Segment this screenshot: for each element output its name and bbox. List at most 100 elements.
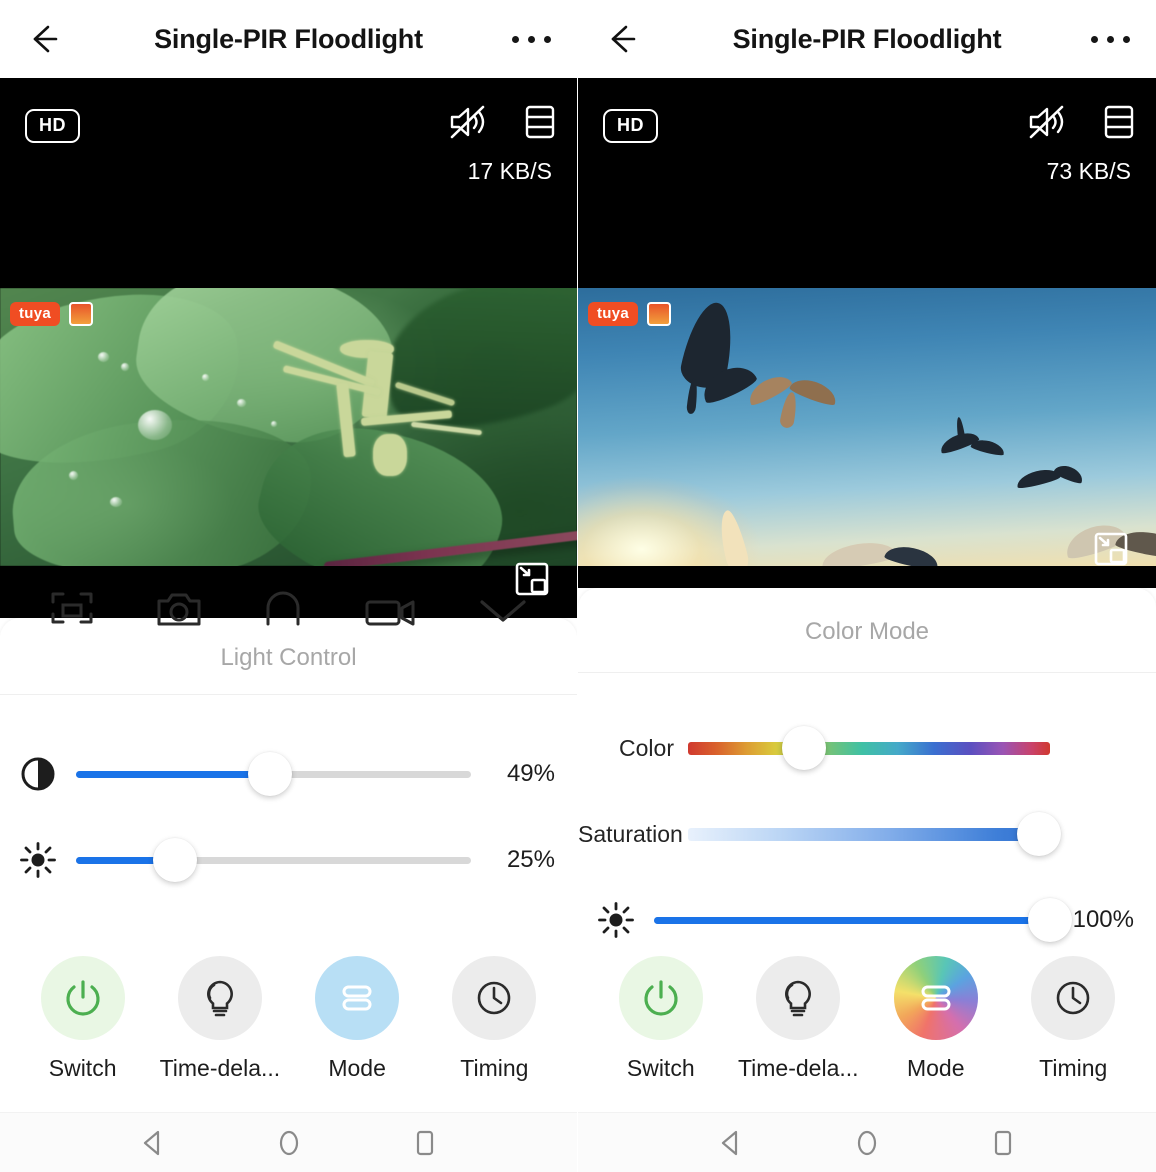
switch-label: Switch bbox=[48, 1055, 117, 1081]
brightness-icon bbox=[0, 842, 76, 878]
more-options-icon[interactable] bbox=[512, 35, 551, 43]
nav-back-icon[interactable] bbox=[138, 1128, 168, 1158]
mode-button[interactable]: Mode bbox=[880, 956, 992, 1082]
color-slider-row: Color bbox=[578, 717, 1156, 779]
hd-quality-badge[interactable]: HD bbox=[25, 109, 80, 143]
mode-label: Mode bbox=[906, 1055, 965, 1081]
time-delay-label: Time-dela... bbox=[159, 1055, 281, 1081]
clock-icon bbox=[452, 956, 537, 1040]
video-overlay-toolbar: HD 17 KB/S bbox=[0, 78, 577, 198]
saturation-slider[interactable] bbox=[688, 812, 1062, 856]
switch-button[interactable]: Switch bbox=[27, 956, 139, 1082]
clock-icon bbox=[1031, 956, 1116, 1040]
slider-track-sat bbox=[688, 812, 1062, 856]
action-buttons: Switch Time-dela... Mode Timing bbox=[0, 956, 577, 1082]
tuya-watermark: tuya bbox=[10, 302, 94, 326]
time-delay-button[interactable]: Time-dela... bbox=[160, 956, 280, 1082]
speaker-muted-icon[interactable] bbox=[1028, 104, 1068, 140]
slider-knob[interactable] bbox=[1028, 898, 1072, 942]
slider-track bbox=[76, 838, 471, 882]
page-title: Single-PIR Floodlight bbox=[154, 23, 423, 54]
back-arrow-icon[interactable] bbox=[604, 22, 638, 56]
phone-screen-right: Single-PIR Floodlight tuya HD 73 KB/S Co… bbox=[578, 0, 1156, 1172]
time-delay-button[interactable]: Time-dela... bbox=[738, 956, 859, 1082]
app-bar: Single-PIR Floodlight bbox=[0, 0, 577, 78]
split-screen-icon[interactable] bbox=[1104, 105, 1134, 139]
color-mode-sheet: Color Mode Color Saturation 100% Switch … bbox=[578, 588, 1156, 1172]
slider-knob[interactable] bbox=[152, 838, 197, 882]
contrast-slider[interactable] bbox=[76, 752, 471, 796]
back-arrow-icon[interactable] bbox=[26, 22, 60, 56]
video-overlay-toolbar: HD 73 KB/S bbox=[578, 78, 1156, 198]
nav-recents-icon[interactable] bbox=[410, 1128, 440, 1158]
bitrate-label: 17 KB/S bbox=[467, 158, 552, 184]
video-frame: tuya bbox=[0, 288, 577, 566]
nav-recents-icon[interactable] bbox=[988, 1128, 1018, 1158]
brightness-slider[interactable] bbox=[654, 898, 1072, 942]
slider-list: 49% 25% bbox=[0, 695, 577, 889]
nav-home-icon[interactable] bbox=[274, 1128, 304, 1158]
sheet-title: Color Mode bbox=[578, 588, 1156, 673]
brightness-value: 25% bbox=[506, 846, 555, 873]
app-bar: Single-PIR Floodlight bbox=[578, 0, 1156, 78]
nav-home-icon[interactable] bbox=[852, 1128, 882, 1158]
hd-quality-badge[interactable]: HD bbox=[603, 109, 658, 143]
saturation-label: Saturation bbox=[578, 820, 683, 847]
brightness-slider-row: 100% bbox=[578, 889, 1156, 951]
slider-track bbox=[76, 752, 471, 796]
slider-knob[interactable] bbox=[781, 726, 826, 770]
nav-back-icon[interactable] bbox=[716, 1128, 746, 1158]
contrast-icon bbox=[0, 755, 76, 793]
record-icon[interactable] bbox=[364, 588, 416, 628]
video-quick-actions bbox=[0, 588, 577, 634]
power-icon bbox=[40, 956, 125, 1040]
split-screen-icon[interactable] bbox=[525, 105, 555, 139]
slider-track-hue bbox=[688, 726, 1050, 770]
mode-bars-icon bbox=[893, 956, 978, 1040]
bitrate-label: 73 KB/S bbox=[1046, 158, 1131, 184]
video-player-right[interactable]: tuya HD 73 KB/S bbox=[578, 78, 1156, 588]
timing-label: Timing bbox=[460, 1055, 529, 1081]
dual-phone-screenshot: Single-PIR Floodlight tuya HD 17 KB/S Li… bbox=[0, 0, 1156, 1172]
video-frame: tuya bbox=[578, 288, 1156, 566]
video-scene-sky bbox=[578, 288, 1156, 566]
screenshot-icon[interactable] bbox=[156, 588, 202, 628]
timing-button[interactable]: Timing bbox=[438, 956, 550, 1082]
switch-label: Switch bbox=[626, 1055, 695, 1081]
mode-bars-icon bbox=[315, 956, 400, 1040]
video-scene-leaves bbox=[0, 288, 577, 566]
bulb-icon bbox=[756, 956, 841, 1040]
time-delay-label: Time-dela... bbox=[737, 1055, 859, 1081]
saturation-slider-row: Saturation bbox=[578, 803, 1156, 865]
bulb-icon bbox=[177, 956, 262, 1040]
tuya-watermark: tuya bbox=[588, 302, 672, 326]
color-label: Color bbox=[619, 734, 674, 761]
color-slider[interactable] bbox=[688, 726, 1050, 770]
slider-knob[interactable] bbox=[247, 752, 292, 796]
slider-track bbox=[654, 898, 1072, 942]
brightness-slider[interactable] bbox=[76, 838, 471, 882]
android-nav-bar bbox=[0, 1112, 577, 1172]
video-player-left[interactable]: tuya HD 17 KB/S bbox=[0, 78, 577, 618]
slider-knob[interactable] bbox=[1017, 812, 1062, 856]
android-nav-bar bbox=[578, 1112, 1156, 1172]
light-control-sheet: Light Control 49% 25% Switch Time-dela..… bbox=[0, 591, 577, 1172]
mode-button[interactable]: Mode bbox=[301, 956, 413, 1082]
fullscreen-icon[interactable] bbox=[49, 588, 95, 628]
switch-button[interactable]: Switch bbox=[605, 956, 717, 1082]
slider-list: Color Saturation 100% bbox=[578, 673, 1156, 951]
timing-label: Timing bbox=[1039, 1055, 1108, 1081]
speaker-muted-icon[interactable] bbox=[449, 104, 489, 140]
action-buttons: Switch Time-dela... Mode Timing bbox=[578, 956, 1156, 1082]
phone-screen-left: Single-PIR Floodlight tuya HD 17 KB/S Li… bbox=[0, 0, 578, 1172]
power-icon bbox=[618, 956, 703, 1040]
talk-icon[interactable] bbox=[263, 588, 303, 628]
mode-label: Mode bbox=[328, 1055, 386, 1081]
contrast-slider-row: 49% bbox=[0, 745, 577, 803]
brightness-slider-row: 25% bbox=[0, 831, 577, 889]
timing-button[interactable]: Timing bbox=[1017, 956, 1129, 1082]
mantis bbox=[265, 332, 482, 527]
picture-in-picture-icon[interactable] bbox=[1094, 532, 1128, 566]
collapse-chevron-icon[interactable] bbox=[477, 588, 529, 628]
more-options-icon[interactable] bbox=[1091, 35, 1130, 43]
